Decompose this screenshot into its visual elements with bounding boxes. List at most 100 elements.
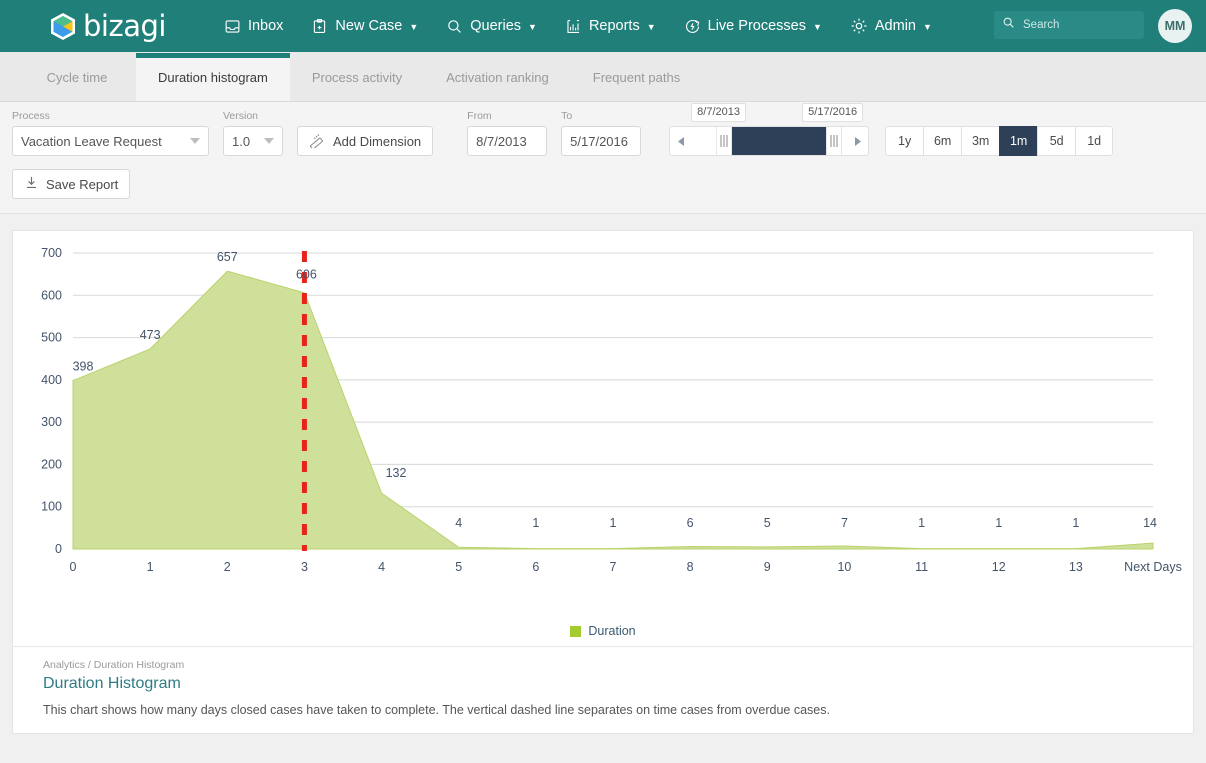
process-select-value: Vacation Leave Request <box>21 133 162 149</box>
filter-toolbar: Process Vacation Leave Request Version 1… <box>0 102 1206 214</box>
svg-text:11: 11 <box>915 560 928 574</box>
range-button-6m[interactable]: 6m <box>923 126 962 156</box>
slider-next-arrow-icon[interactable] <box>846 127 868 155</box>
gear-icon <box>850 17 868 35</box>
range-label: 5d <box>1049 134 1064 148</box>
range-button-3m[interactable]: 3m <box>961 126 1000 156</box>
search-magnifier-icon <box>446 18 463 35</box>
bar-chart-icon <box>565 18 582 35</box>
nav-item-live-processes[interactable]: Live Processes ▼ <box>670 0 836 52</box>
svg-text:1: 1 <box>995 516 1002 530</box>
chevron-down-icon: ▼ <box>409 21 419 32</box>
brand-logo[interactable]: bizagi <box>50 8 166 43</box>
main-nav: Inbox New Case ▼ Queries ▼ Reports ▼ Liv… <box>210 0 946 52</box>
chart-description: This chart shows how many days closed ca… <box>43 703 830 717</box>
range-button-1y[interactable]: 1y <box>885 126 924 156</box>
version-select[interactable]: 1.0 <box>223 126 283 156</box>
tab-duration-histogram[interactable]: Duration histogram <box>136 53 290 101</box>
svg-text:132: 132 <box>386 466 407 480</box>
tab-label: Frequent paths <box>592 69 681 85</box>
process-select[interactable]: Vacation Leave Request <box>12 126 209 156</box>
date-range-slider: 8/7/2013 5/17/2016 <box>669 103 870 156</box>
version-field: Version 1.0 <box>223 110 283 156</box>
slider-handle-right[interactable] <box>826 127 843 155</box>
live-processes-icon <box>684 18 701 35</box>
svg-text:1: 1 <box>610 516 617 530</box>
nav-label-admin: Admin <box>874 18 916 34</box>
svg-text:3: 3 <box>301 560 308 574</box>
add-dimension-button[interactable]: Add Dimension <box>297 126 434 156</box>
range-label: 3m <box>971 134 990 148</box>
slider-prev-arrow-icon[interactable] <box>670 127 692 155</box>
add-dimension-field: Add Dimension <box>297 110 453 156</box>
nav-item-admin[interactable]: Admin ▼ <box>836 0 946 52</box>
duration-histogram-chart: 0 100 200 300 400 500 600 700 398 473 657 606 132 4 1 1… <box>13 231 1193 624</box>
nav-label-reports: Reports <box>588 18 640 34</box>
legend-label-duration: Duration <box>588 624 636 638</box>
svg-text:100: 100 <box>41 500 62 514</box>
range-label: 6m <box>933 134 952 148</box>
range-label: 1m <box>1009 134 1028 148</box>
svg-text:10: 10 <box>837 560 851 574</box>
search-input[interactable] <box>1021 18 1131 32</box>
from-date-input[interactable] <box>467 126 548 156</box>
chart-description-panel: Analytics / Duration Histogram Duration … <box>13 646 1193 733</box>
chart-legend: Duration <box>13 624 1193 646</box>
nav-item-reports[interactable]: Reports ▼ <box>551 0 670 52</box>
nav-item-new-case[interactable]: New Case ▼ <box>297 0 432 52</box>
svg-text:4: 4 <box>455 516 462 530</box>
svg-text:12: 12 <box>992 560 1006 574</box>
slider-track[interactable] <box>692 127 847 155</box>
svg-text:4: 4 <box>378 560 385 574</box>
svg-text:0: 0 <box>70 560 77 574</box>
nav-label-new-case: New Case <box>335 18 403 34</box>
svg-text:700: 700 <box>41 246 62 260</box>
to-date-input[interactable] <box>561 126 642 156</box>
range-button-5d[interactable]: 5d <box>1037 126 1076 156</box>
save-report-button[interactable]: Save Report <box>12 169 131 199</box>
svg-text:300: 300 <box>41 415 62 429</box>
nav-item-inbox[interactable]: Inbox <box>210 0 297 52</box>
from-field: From <box>467 110 548 156</box>
range-label: 1y <box>898 134 912 148</box>
chevron-down-icon <box>264 138 274 144</box>
nav-label-inbox: Inbox <box>247 18 284 34</box>
svg-text:657: 657 <box>217 250 238 264</box>
range-button-1d[interactable]: 1d <box>1075 126 1114 156</box>
svg-text:1: 1 <box>532 516 539 530</box>
legend-swatch-duration <box>570 625 582 637</box>
version-label: Version <box>223 110 259 122</box>
svg-text:473: 473 <box>140 328 161 342</box>
svg-text:0: 0 <box>55 542 62 556</box>
slider-handle-left[interactable] <box>716 127 733 155</box>
new-case-clipboard-icon <box>311 18 328 35</box>
svg-text:6: 6 <box>687 516 694 530</box>
page-title: Duration Histogram <box>43 675 181 692</box>
svg-text:1: 1 <box>918 516 925 530</box>
chevron-down-icon <box>190 138 200 144</box>
tab-frequent-paths[interactable]: Frequent paths <box>571 53 702 101</box>
slider-start-label: 8/7/2013 <box>691 103 746 122</box>
search-box[interactable] <box>994 11 1144 39</box>
inbox-icon <box>224 18 241 35</box>
tab-cycle-time[interactable]: Cycle time <box>18 53 136 101</box>
tab-label: Activation ranking <box>446 69 549 85</box>
slider-selected-range[interactable] <box>732 127 827 155</box>
svg-text:7: 7 <box>841 516 848 530</box>
process-label: Process <box>12 110 50 122</box>
to-field: To <box>561 110 642 156</box>
avatar[interactable]: MM <box>1158 9 1192 43</box>
range-button-1m[interactable]: 1m <box>999 126 1038 156</box>
tab-activation-ranking[interactable]: Activation ranking <box>424 53 571 101</box>
breadcrumb: Analytics / Duration Histogram <box>43 659 185 671</box>
chevron-down-icon: ▼ <box>646 21 656 32</box>
svg-text:400: 400 <box>41 373 62 387</box>
svg-text:5: 5 <box>455 560 462 574</box>
svg-text:600: 600 <box>41 288 62 302</box>
nav-item-queries[interactable]: Queries ▼ <box>432 0 551 52</box>
brand-name: bizagi <box>83 8 166 43</box>
grip-icon <box>720 135 728 147</box>
tab-process-activity[interactable]: Process activity <box>290 53 424 101</box>
top-navigation-bar: bizagi Inbox New Case ▼ Queries ▼ Report… <box>0 0 1206 52</box>
add-dimension-label: Add Dimension <box>333 133 422 149</box>
